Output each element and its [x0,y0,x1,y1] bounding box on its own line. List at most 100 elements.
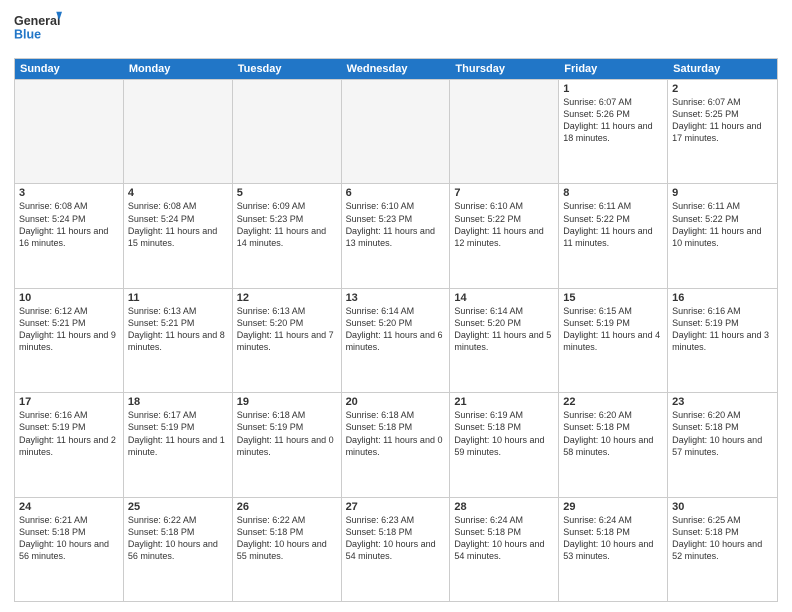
calendar-row-2: 10Sunrise: 6:12 AMSunset: 5:21 PMDayligh… [15,288,777,392]
cell-text: Sunrise: 6:18 AMSunset: 5:18 PMDaylight:… [346,409,446,458]
header-day-saturday: Saturday [668,59,777,79]
calendar-cell: 24Sunrise: 6:21 AMSunset: 5:18 PMDayligh… [15,498,124,601]
calendar-cell [15,80,124,183]
cell-text: Sunrise: 6:07 AMSunset: 5:25 PMDaylight:… [672,96,773,145]
cell-text: Sunrise: 6:20 AMSunset: 5:18 PMDaylight:… [563,409,663,458]
cell-text: Sunrise: 6:11 AMSunset: 5:22 PMDaylight:… [563,200,663,249]
day-number: 29 [563,501,663,513]
day-number: 10 [19,292,119,304]
day-number: 26 [237,501,337,513]
day-number: 15 [563,292,663,304]
cell-text: Sunrise: 6:17 AMSunset: 5:19 PMDaylight:… [128,409,228,458]
calendar-cell: 12Sunrise: 6:13 AMSunset: 5:20 PMDayligh… [233,289,342,392]
calendar-cell: 4Sunrise: 6:08 AMSunset: 5:24 PMDaylight… [124,184,233,287]
calendar-cell: 17Sunrise: 6:16 AMSunset: 5:19 PMDayligh… [15,393,124,496]
day-number: 17 [19,396,119,408]
cell-text: Sunrise: 6:14 AMSunset: 5:20 PMDaylight:… [454,305,554,354]
calendar-cell: 20Sunrise: 6:18 AMSunset: 5:18 PMDayligh… [342,393,451,496]
cell-text: Sunrise: 6:24 AMSunset: 5:18 PMDaylight:… [454,514,554,563]
calendar-cell: 6Sunrise: 6:10 AMSunset: 5:23 PMDaylight… [342,184,451,287]
calendar-cell: 16Sunrise: 6:16 AMSunset: 5:19 PMDayligh… [668,289,777,392]
calendar-cell: 30Sunrise: 6:25 AMSunset: 5:18 PMDayligh… [668,498,777,601]
calendar-header: SundayMondayTuesdayWednesdayThursdayFrid… [15,59,777,79]
cell-text: Sunrise: 6:13 AMSunset: 5:21 PMDaylight:… [128,305,228,354]
calendar-row-3: 17Sunrise: 6:16 AMSunset: 5:19 PMDayligh… [15,392,777,496]
cell-text: Sunrise: 6:09 AMSunset: 5:23 PMDaylight:… [237,200,337,249]
header-day-friday: Friday [559,59,668,79]
header-day-monday: Monday [124,59,233,79]
cell-text: Sunrise: 6:18 AMSunset: 5:19 PMDaylight:… [237,409,337,458]
calendar-cell: 26Sunrise: 6:22 AMSunset: 5:18 PMDayligh… [233,498,342,601]
header-day-tuesday: Tuesday [233,59,342,79]
day-number: 21 [454,396,554,408]
calendar-cell: 2Sunrise: 6:07 AMSunset: 5:25 PMDaylight… [668,80,777,183]
calendar-cell: 5Sunrise: 6:09 AMSunset: 5:23 PMDaylight… [233,184,342,287]
header-day-wednesday: Wednesday [342,59,451,79]
day-number: 16 [672,292,773,304]
day-number: 28 [454,501,554,513]
calendar-cell: 28Sunrise: 6:24 AMSunset: 5:18 PMDayligh… [450,498,559,601]
logo: General Blue [14,10,62,50]
day-number: 4 [128,187,228,199]
cell-text: Sunrise: 6:13 AMSunset: 5:20 PMDaylight:… [237,305,337,354]
day-number: 22 [563,396,663,408]
day-number: 3 [19,187,119,199]
calendar-row-4: 24Sunrise: 6:21 AMSunset: 5:18 PMDayligh… [15,497,777,601]
calendar-cell: 1Sunrise: 6:07 AMSunset: 5:26 PMDaylight… [559,80,668,183]
cell-text: Sunrise: 6:16 AMSunset: 5:19 PMDaylight:… [19,409,119,458]
calendar-cell [124,80,233,183]
cell-text: Sunrise: 6:23 AMSunset: 5:18 PMDaylight:… [346,514,446,563]
calendar-cell: 7Sunrise: 6:10 AMSunset: 5:22 PMDaylight… [450,184,559,287]
calendar-cell: 18Sunrise: 6:17 AMSunset: 5:19 PMDayligh… [124,393,233,496]
calendar-cell: 29Sunrise: 6:24 AMSunset: 5:18 PMDayligh… [559,498,668,601]
cell-text: Sunrise: 6:24 AMSunset: 5:18 PMDaylight:… [563,514,663,563]
day-number: 18 [128,396,228,408]
cell-text: Sunrise: 6:15 AMSunset: 5:19 PMDaylight:… [563,305,663,354]
svg-text:General: General [14,14,60,28]
day-number: 11 [128,292,228,304]
day-number: 7 [454,187,554,199]
logo-svg: General Blue [14,10,62,50]
calendar-cell: 9Sunrise: 6:11 AMSunset: 5:22 PMDaylight… [668,184,777,287]
calendar-cell [342,80,451,183]
calendar-cell: 21Sunrise: 6:19 AMSunset: 5:18 PMDayligh… [450,393,559,496]
cell-text: Sunrise: 6:10 AMSunset: 5:22 PMDaylight:… [454,200,554,249]
day-number: 13 [346,292,446,304]
calendar: SundayMondayTuesdayWednesdayThursdayFrid… [14,58,778,602]
day-number: 5 [237,187,337,199]
cell-text: Sunrise: 6:12 AMSunset: 5:21 PMDaylight:… [19,305,119,354]
cell-text: Sunrise: 6:20 AMSunset: 5:18 PMDaylight:… [672,409,773,458]
cell-text: Sunrise: 6:10 AMSunset: 5:23 PMDaylight:… [346,200,446,249]
calendar-cell: 22Sunrise: 6:20 AMSunset: 5:18 PMDayligh… [559,393,668,496]
page-header: General Blue [14,10,778,50]
calendar-body: 1Sunrise: 6:07 AMSunset: 5:26 PMDaylight… [15,79,777,601]
day-number: 30 [672,501,773,513]
calendar-cell: 10Sunrise: 6:12 AMSunset: 5:21 PMDayligh… [15,289,124,392]
day-number: 23 [672,396,773,408]
calendar-cell: 3Sunrise: 6:08 AMSunset: 5:24 PMDaylight… [15,184,124,287]
calendar-row-1: 3Sunrise: 6:08 AMSunset: 5:24 PMDaylight… [15,183,777,287]
day-number: 1 [563,83,663,95]
day-number: 27 [346,501,446,513]
calendar-cell: 13Sunrise: 6:14 AMSunset: 5:20 PMDayligh… [342,289,451,392]
day-number: 19 [237,396,337,408]
cell-text: Sunrise: 6:14 AMSunset: 5:20 PMDaylight:… [346,305,446,354]
cell-text: Sunrise: 6:08 AMSunset: 5:24 PMDaylight:… [19,200,119,249]
calendar-cell [450,80,559,183]
calendar-cell: 15Sunrise: 6:15 AMSunset: 5:19 PMDayligh… [559,289,668,392]
calendar-cell [233,80,342,183]
calendar-cell: 14Sunrise: 6:14 AMSunset: 5:20 PMDayligh… [450,289,559,392]
svg-text:Blue: Blue [14,28,41,42]
calendar-cell: 27Sunrise: 6:23 AMSunset: 5:18 PMDayligh… [342,498,451,601]
calendar-cell: 11Sunrise: 6:13 AMSunset: 5:21 PMDayligh… [124,289,233,392]
day-number: 24 [19,501,119,513]
cell-text: Sunrise: 6:11 AMSunset: 5:22 PMDaylight:… [672,200,773,249]
calendar-cell: 25Sunrise: 6:22 AMSunset: 5:18 PMDayligh… [124,498,233,601]
calendar-cell: 19Sunrise: 6:18 AMSunset: 5:19 PMDayligh… [233,393,342,496]
day-number: 6 [346,187,446,199]
cell-text: Sunrise: 6:08 AMSunset: 5:24 PMDaylight:… [128,200,228,249]
calendar-row-0: 1Sunrise: 6:07 AMSunset: 5:26 PMDaylight… [15,79,777,183]
day-number: 9 [672,187,773,199]
cell-text: Sunrise: 6:25 AMSunset: 5:18 PMDaylight:… [672,514,773,563]
calendar-cell: 23Sunrise: 6:20 AMSunset: 5:18 PMDayligh… [668,393,777,496]
